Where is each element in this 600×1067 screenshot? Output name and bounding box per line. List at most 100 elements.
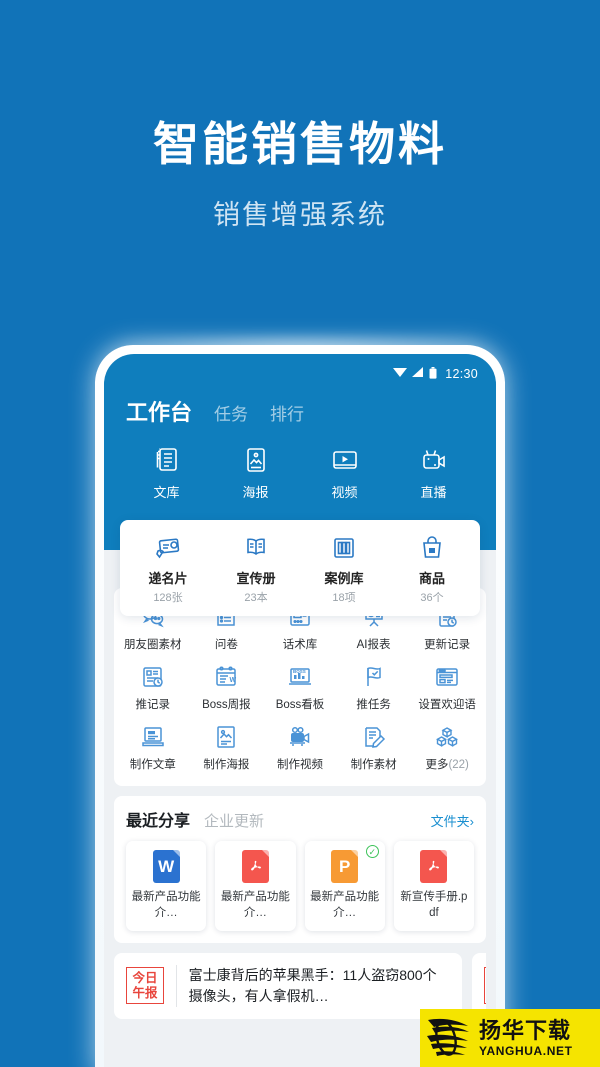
push-record-icon: [116, 662, 190, 692]
news-badge-line2: 午报: [132, 985, 158, 1000]
page-subtitle: 销售增强系统: [213, 199, 387, 230]
status-bar-time: 12:30: [445, 367, 478, 381]
feature-push-record[interactable]: 推记录: [116, 656, 190, 716]
feature-label-count: (22): [448, 759, 469, 771]
boss-dashboard-icon: BOSS: [263, 662, 337, 692]
top-icon-label: 海报: [242, 485, 269, 500]
stats-item-name: 案例库: [324, 571, 364, 586]
feature-label: Boss周报: [202, 699, 251, 711]
stats-item-brochure[interactable]: 宣传册 23本: [212, 531, 300, 605]
watermark: 扬华下载 YANGHUA.NET: [420, 1009, 600, 1067]
shopping-bag-icon: [388, 531, 476, 564]
file-type-label: W: [158, 856, 175, 876]
archive-case-icon: [300, 531, 388, 564]
stats-item-count: 23本: [244, 592, 268, 604]
feature-label: 推记录: [135, 699, 171, 711]
image-poster-icon: [211, 443, 300, 477]
news-card[interactable]: 今日 午报 富士康背后的苹果黑手：11人盗窃800个摄像头，有人拿假机…: [114, 952, 462, 1019]
file-name: 最新产品功能介…: [220, 891, 290, 919]
documents-icon: [122, 443, 211, 477]
top-icon-library[interactable]: 文库: [122, 443, 211, 501]
top-icon-poster[interactable]: 海报: [211, 443, 300, 501]
signal-icon: [412, 367, 424, 381]
create-video-icon: [263, 722, 337, 752]
file-card[interactable]: 最新产品功能介…: [215, 841, 296, 931]
file-name: 最新产品功能介…: [310, 891, 380, 919]
page-title: 智能销售物料: [153, 118, 447, 170]
create-material-icon: [337, 722, 411, 752]
recent-shares-section: 最近分享 企业更新 文件夹› W 最新产品功能介… 最新产品功能介… ✓ P 最…: [114, 796, 486, 943]
feature-create-article[interactable]: 制作文章: [116, 716, 190, 776]
file-card[interactable]: 新宣传手册.pdf: [393, 841, 474, 931]
welcome-message-icon: [410, 662, 484, 692]
file-card[interactable]: ✓ P 最新产品功能介…: [304, 841, 385, 931]
stats-item-business-card[interactable]: 递名片 128张: [124, 531, 212, 605]
pdf-file-icon: [241, 850, 269, 883]
stats-item-name: 宣传册: [236, 571, 276, 586]
header-tabs: 工作台 任务 排行: [122, 395, 478, 427]
feature-label: 话术库: [282, 639, 318, 651]
phone-mockup: 12:30 工作台 任务 排行 文库 海报 视频 直播 递名片 128张 宣传册…: [95, 345, 505, 1067]
phone-screen: 12:30 工作台 任务 排行 文库 海报 视频 直播 递名片 128张 宣传册…: [104, 354, 496, 1067]
top-icon-label: 直播: [420, 485, 447, 500]
feature-more[interactable]: 更多(22): [410, 716, 484, 776]
business-card-icon: [124, 531, 212, 564]
feature-label: 朋友圈素材: [124, 639, 182, 651]
stats-item-name: 商品: [418, 571, 445, 586]
wifi-icon: [393, 367, 408, 381]
feature-grid-row: 推记录 W Boss周报 BOSS Boss看板 推任务 设置欢迎语: [116, 656, 484, 716]
feature-create-material[interactable]: 制作素材: [337, 716, 411, 776]
battery-icon: [429, 366, 437, 382]
news-badge: 今日 晚报: [484, 966, 486, 1005]
stats-card: 递名片 128张 宣传册 23本 案例库 18项 商品 36个: [120, 520, 480, 616]
top-icon-video[interactable]: 视频: [300, 443, 389, 501]
video-play-icon: [300, 443, 389, 477]
top-icon-label: 视频: [331, 485, 358, 500]
feature-boss-weekly[interactable]: W Boss周报: [190, 656, 264, 716]
watermark-en: YANGHUA.NET: [479, 1043, 573, 1058]
chevron-right-icon: ›: [469, 814, 474, 829]
word-file-icon: W: [152, 850, 180, 883]
feature-label: 问卷: [214, 639, 238, 651]
top-icon-live[interactable]: 直播: [389, 443, 478, 501]
powerpoint-file-icon: P: [331, 850, 359, 883]
feature-create-poster[interactable]: 制作海报: [190, 716, 264, 776]
news-divider: [176, 964, 177, 1007]
feature-grid: 朋友圈素材 问卷 话术库 AI报表 更新记录 推记录 W Boss周报 BOSS…: [114, 588, 486, 786]
news-badge-line1: 今日: [132, 970, 158, 985]
tab-ranking[interactable]: 排行: [270, 400, 304, 425]
file-type-label: P: [338, 856, 351, 876]
watermark-cn: 扬华下载: [479, 1017, 572, 1043]
hero-section: 智能销售物料 销售增强系统: [0, 0, 600, 232]
boss-weekly-icon: W: [190, 662, 264, 692]
feature-boss-dashboard[interactable]: BOSS Boss看板: [263, 656, 337, 716]
stats-item-count: 36个: [420, 592, 444, 604]
stats-item-case-library[interactable]: 案例库 18项: [300, 531, 388, 605]
tab-tasks[interactable]: 任务: [214, 400, 248, 425]
stats-item-products[interactable]: 商品 36个: [388, 531, 476, 605]
tab-company-updates[interactable]: 企业更新: [204, 810, 264, 831]
feature-create-video[interactable]: 制作视频: [263, 716, 337, 776]
feature-push-task[interactable]: 推任务: [337, 656, 411, 716]
folders-link-label: 文件夹: [430, 814, 470, 829]
tab-workbench[interactable]: 工作台: [126, 395, 192, 427]
file-card[interactable]: W 最新产品功能介…: [126, 841, 207, 931]
svg-text:BOSS: BOSS: [293, 669, 306, 674]
live-camera-icon: [389, 443, 478, 477]
feature-label: 制作素材: [350, 759, 397, 771]
status-bar: 12:30: [122, 364, 478, 384]
feature-welcome-message[interactable]: 设置欢迎语: [410, 656, 484, 716]
feature-grid-row: 制作文章 制作海报 制作视频 制作素材 更多(22): [116, 716, 484, 776]
create-article-icon: [116, 722, 190, 752]
create-poster-icon: [190, 722, 264, 752]
feature-label: Boss看板: [275, 699, 325, 711]
folders-link[interactable]: 文件夹›: [431, 811, 474, 830]
tab-recent-shares[interactable]: 最近分享: [126, 807, 190, 831]
stats-item-count: 18项: [332, 592, 356, 604]
top-icon-label: 文库: [153, 485, 180, 500]
file-name: 最新产品功能介…: [131, 891, 201, 919]
feature-label: 制作视频: [276, 759, 323, 771]
feature-label: AI报表: [356, 639, 391, 651]
feature-label: 制作海报: [203, 759, 250, 771]
watermark-text: 扬华下载 YANGHUA.NET: [479, 1017, 573, 1058]
